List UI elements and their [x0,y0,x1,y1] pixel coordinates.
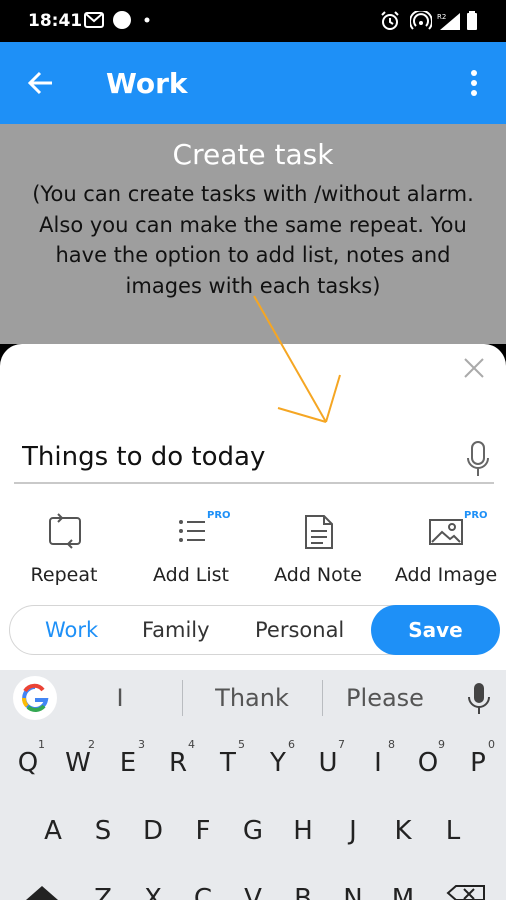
key-q[interactable]: 1Q [3,738,53,794]
create-task-sheet: Repeat PRO Add List Add Note PRO Add Ima… [0,344,506,670]
keyboard: I Thank Please 1Q 2W 3E 4R 5T 6Y 7U 8I 9… [0,670,506,900]
key-e[interactable]: 3E [103,738,153,794]
status-bar: 18:41 R2 [0,0,506,42]
hotspot-icon [410,11,432,30]
key-c[interactable]: C [178,874,228,900]
save-button[interactable]: Save [371,605,500,655]
list-icon [179,520,205,542]
add-image-label: Add Image [394,564,498,586]
category-personal[interactable]: Personal [255,618,344,642]
svg-text:R2: R2 [437,13,446,21]
more-notifications-icon [144,17,150,23]
task-title-input[interactable] [14,432,494,484]
key-n[interactable]: N [328,874,378,900]
repeat-button[interactable]: Repeat [4,512,124,592]
status-time: 18:41 [28,11,83,31]
close-icon[interactable] [462,356,486,380]
key-m[interactable]: M [378,874,428,900]
gmail-icon [84,12,104,28]
shift-icon[interactable] [22,884,62,900]
key-h[interactable]: H [278,806,328,862]
signal-icon: R2 [437,13,460,30]
page-title: Work [106,67,188,100]
tip-text: (You can create tasks with /without alar… [32,182,474,298]
key-f[interactable]: F [178,806,228,862]
key-j[interactable]: J [328,806,378,862]
back-arrow-icon[interactable] [26,68,56,98]
key-w[interactable]: 2W [53,738,103,794]
add-list-label: Add List [152,564,230,586]
voice-input-icon[interactable] [466,682,492,716]
note-icon [305,515,333,549]
tip-title: Create task [172,138,334,171]
suggestion-divider [322,680,323,716]
key-g[interactable]: G [228,806,278,862]
key-b[interactable]: B [278,874,328,900]
suggestion-1[interactable]: I [80,684,160,712]
repeat-icon [49,513,81,549]
key-o[interactable]: 9O [403,738,453,794]
key-i[interactable]: 8I [353,738,403,794]
add-image-button[interactable]: PRO Add Image [386,510,506,592]
more-options-icon[interactable] [462,68,486,98]
category-work[interactable]: Work [45,618,98,642]
key-x[interactable]: X [128,874,178,900]
google-icon[interactable] [13,676,57,720]
add-note-label: Add Note [274,564,362,586]
pro-badge: PRO [464,510,488,521]
image-icon [429,519,463,545]
key-l[interactable]: L [428,806,478,862]
notification-dot-icon [113,11,131,29]
suggestion-divider [182,680,183,716]
key-r[interactable]: 4R [153,738,203,794]
category-selector: Work Family Personal Save [9,605,500,655]
add-list-button[interactable]: PRO Add List [131,510,251,592]
pro-badge: PRO [207,510,231,521]
key-t[interactable]: 5T [203,738,253,794]
add-note-button[interactable]: Add Note [258,512,378,592]
category-family[interactable]: Family [142,618,210,642]
microphone-icon[interactable] [465,440,491,480]
suggestion-2[interactable]: Thank [192,684,312,712]
suggestion-3[interactable]: Please [330,684,440,712]
suggestion-bar: I Thank Please [0,670,506,726]
backspace-icon[interactable] [444,884,488,900]
app-bar: Work [0,42,506,124]
repeat-label: Repeat [30,564,98,586]
key-k[interactable]: K [378,806,428,862]
key-y[interactable]: 6Y [253,738,303,794]
key-d[interactable]: D [128,806,178,862]
battery-icon [467,11,477,30]
alarm-icon [381,11,399,30]
key-a[interactable]: A [28,806,78,862]
key-p[interactable]: 0P [453,738,503,794]
key-u[interactable]: 7U [303,738,353,794]
key-v[interactable]: V [228,874,278,900]
tutorial-overlay[interactable]: Create task (You can create tasks with /… [0,124,506,344]
key-s[interactable]: S [78,806,128,862]
key-z[interactable]: Z [78,874,128,900]
